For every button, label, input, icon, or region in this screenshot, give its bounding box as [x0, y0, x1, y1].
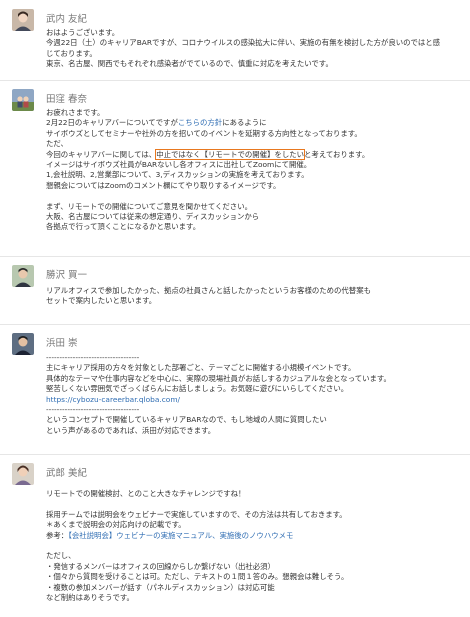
comment-post: 浜田 崇 -----------------------------------…: [0, 324, 470, 455]
comment-line: サイボウズとしてセミナーや社外の方を招いてのイベントを延期する方向性となっており…: [46, 128, 362, 138]
comment-line: 東京、名古屋、関西でもそれぞれ感染者がでているので、慎重に対応を考えたいです。: [46, 59, 333, 69]
comment-line: ただし、: [46, 551, 76, 561]
comment-line: お疲れさまです。: [46, 108, 105, 117]
comment-line: ただ、: [46, 139, 68, 149]
comment-post: 武郎 美紀 リモートでの開催検討、とのこと大きなチャレンジですね！ 採用チームで…: [0, 454, 470, 617]
comment-post: 武内 友紀 おはようございます。 今週22日（土）のキャリアBARですが、コロナ…: [0, 0, 470, 81]
careerbar-url-link[interactable]: https://cybozu-careerbar.qloba.com/: [46, 395, 456, 405]
comment-line: 参考：【会社説明会】ウェビナーの実施マニュアル、実施後のノウハウメモ: [46, 531, 456, 541]
comment-line: 今回のキャリアバーに関しては、中止ではなく【リモートでの開催】をしたいと考えてお…: [46, 148, 456, 161]
highlighted-text: 中止ではなく【リモートでの開催】をしたい: [154, 148, 306, 161]
comment-body: リアルオフィスで参加したかった、拠点の社員さんと話したかったというお客様のための…: [46, 286, 456, 307]
comment-line: 大阪、名古屋については従来の想定通り、ディスカッションから: [46, 212, 260, 222]
comment-body: リモートでの開催検討、とのこと大きなチャレンジですね！ 採用チームでは説明会をウ…: [46, 489, 456, 603]
comment-line: 具体的なテーマや仕事内容などを中心に、実際の現場社員がお話しするカジュアルな会と…: [46, 373, 391, 383]
comment-text: 2月22日のキャリアバーについてですが: [46, 118, 178, 128]
comment-line: 1,会社説明、2,営業部について、3,ディスカッションの実施を考えております。: [46, 170, 309, 180]
author-name[interactable]: 勝沢 買一: [46, 267, 87, 281]
comment-text: にあるように: [222, 118, 267, 128]
comment-line: 主にキャリア採用の方々を対象とした部署ごと、テーマごとに開催する小規模イベントで…: [46, 363, 356, 373]
comment-line: 懇親会についてはZoomのコメント欄にてやり取りするイメージです。: [46, 180, 281, 190]
comment-post: 田窪 春奈 お疲れさまです。 2月22日のキャリアバーについてですがこちらの方針…: [0, 80, 470, 257]
comment-body: おはようございます。 今週22日（土）のキャリアBARですが、コロナウイルスの感…: [46, 28, 456, 70]
avatar[interactable]: [12, 9, 34, 31]
comment-line: ＊あくまで説明会の対応向けの記載です。: [46, 520, 186, 530]
comment-line: セットで案内したいと思います。: [46, 296, 157, 306]
avatar[interactable]: [12, 89, 34, 111]
comment-line: など制約はありそうです。: [46, 593, 134, 603]
comment-line: まず、リモートでの開催についてご意見を聞かせてください。: [46, 201, 252, 211]
comment-line: という声があるのであれば、浜田が対応できます。: [46, 425, 216, 435]
author-name[interactable]: 武郎 美紀: [46, 465, 87, 479]
comment-line: ・発信するメンバーはオフィスの回線からしか繋げない（出社必須）: [46, 561, 275, 571]
author-name[interactable]: 浜田 崇: [46, 335, 78, 349]
policy-link[interactable]: こちらの方針: [178, 118, 222, 127]
manual-link[interactable]: 【会社説明会】ウェビナーの実施マニュアル、実施後のノウハウメモ: [68, 531, 293, 540]
comment-line: リアルオフィスで参加したかった、拠点の社員さんと話したかったというお客様のための…: [46, 286, 371, 295]
comment-line: イメージはサイボウズ社員がBARないし各オフィスに出社してZoomにて開催。: [46, 160, 312, 170]
comment-line: じております。: [46, 48, 97, 58]
avatar[interactable]: [12, 265, 34, 287]
comment-line: 2月22日のキャリアバーについてですがこちらの方針にあるように: [46, 118, 456, 128]
comment-text: と考えております。: [304, 149, 370, 159]
comment-line: というコンセプトで開催しているキャリアBARなので、もし地域の人間に質問したい: [46, 415, 327, 425]
comment-body: ----------------------------------- 主にキャ…: [46, 353, 456, 436]
comment-line: 採用チームでは説明会をウェビナーで実施していますので、その方法は共有しておきます…: [46, 509, 347, 519]
comment-text: 参考：: [46, 530, 69, 540]
comment-line: 各拠点で行って頂くことになるかと思います。: [46, 222, 201, 232]
comment-line: 今週22日（土）のキャリアBARですが、コロナウイルスの感染拡大に伴い、実施の有…: [46, 38, 441, 48]
comment-line: -----------------------------------: [46, 353, 140, 362]
comment-post: 勝沢 買一 リアルオフィスで参加したかった、拠点の社員さんと話したかったというお…: [0, 256, 470, 325]
comment-thread: 武内 友紀 おはようございます。 今週22日（土）のキャリアBARですが、コロナ…: [0, 0, 470, 617]
comment-line: -----------------------------------: [46, 405, 140, 415]
avatar[interactable]: [12, 463, 34, 485]
comment-text: 今回のキャリアバーに関しては、: [46, 149, 157, 159]
comment-line: ・個々から質問を受けることは可。ただし、テキストの１問１答のみ。懇親会は難しそう…: [46, 572, 349, 582]
comment-body: お疲れさまです。 2月22日のキャリアバーについてですがこちらの方針にあるように…: [46, 108, 456, 233]
author-name[interactable]: 田窪 春奈: [46, 91, 87, 105]
comment-line: リモートでの開催検討、とのこと大きなチャレンジですね！: [46, 489, 246, 498]
author-name[interactable]: 武内 友紀: [46, 11, 87, 25]
avatar[interactable]: [12, 333, 34, 355]
comment-line: ・複数の参加メンバーが話す（パネルディスカッション）は対応可能: [46, 582, 275, 592]
comment-line: 堅苦しくない雰囲気でざっくばらんにお話しましょう。お気軽に遊びにいらしてください…: [46, 384, 349, 394]
comment-line: おはようございます。: [46, 28, 120, 37]
